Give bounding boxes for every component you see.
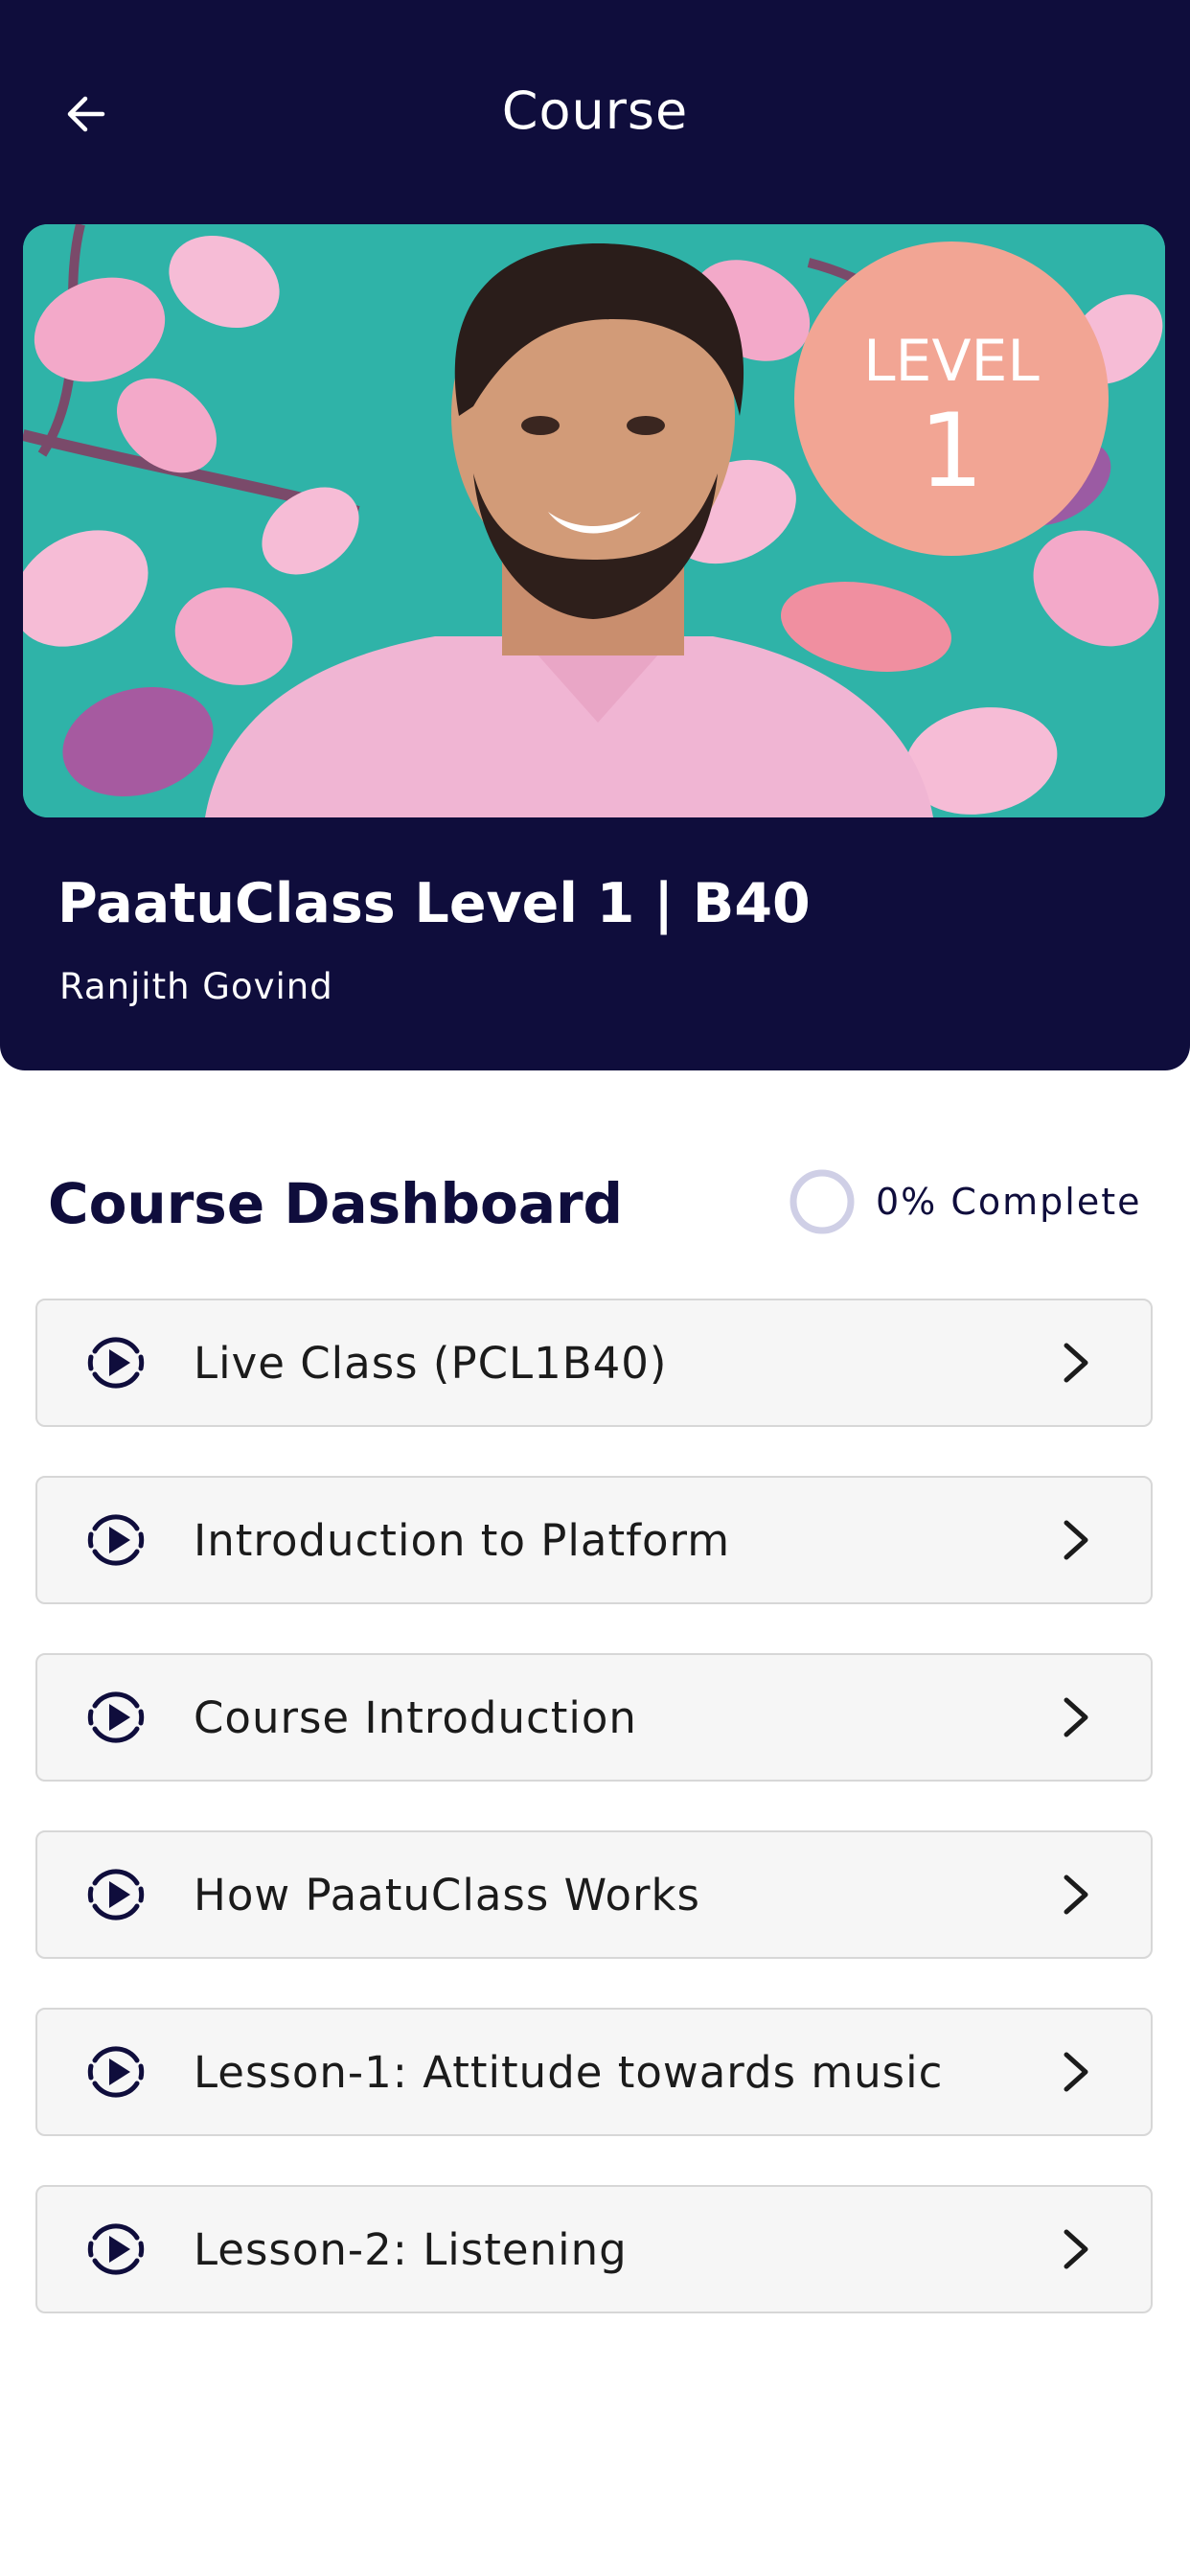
module-item-2[interactable]: Introduction to Platform [35,1476,1153,1604]
play-circle-icon [87,2046,145,2098]
module-item-6[interactable]: Lesson-2: Listening [35,2185,1153,2313]
progress-text: 0% Complete [876,1181,1142,1223]
module-list: Live Class (PCL1B40) Introduction to Pla… [35,1299,1153,2362]
instructor-name: Ranjith Govind [59,966,333,1007]
module-label: Course Introduction [194,1691,637,1743]
module-item-1[interactable]: Live Class (PCL1B40) [35,1299,1153,1427]
badge-level-text: LEVEL [863,328,1040,395]
module-item-5[interactable]: Lesson-1: Attitude towards music [35,2008,1153,2136]
play-circle-icon [87,1691,145,1743]
module-label: Lesson-1: Attitude towards music [194,2046,944,2098]
course-progress: 0% Complete [788,1167,1142,1236]
page-title: Course [501,80,689,141]
badge-level-number: 1 [919,392,983,510]
play-circle-icon [87,2223,145,2275]
progress-ring-icon [790,1169,855,1234]
module-item-3[interactable]: Course Introduction [35,1653,1153,1782]
play-circle-icon [87,1514,145,1566]
play-circle-icon [87,1869,145,1920]
course-hero-image: LEVEL 1 [23,224,1165,817]
chevron-right-icon [1064,1697,1088,1737]
chevron-right-icon [1064,1874,1088,1915]
level-badge: LEVEL 1 [794,242,1109,556]
chevron-right-icon [1064,2052,1088,2092]
module-label: How PaatuClass Works [194,1869,700,1920]
module-item-4[interactable]: How PaatuClass Works [35,1830,1153,1959]
module-label: Lesson-2: Listening [194,2223,628,2275]
course-header: Course LEVEL 1 PaatuClass Level 1 | B40 … [0,0,1190,1070]
chevron-right-icon [1064,1343,1088,1383]
module-label: Introduction to Platform [194,1514,731,1566]
play-circle-icon [87,1337,145,1389]
chevron-right-icon [1064,2229,1088,2269]
module-label: Live Class (PCL1B40) [194,1337,668,1389]
course-name: PaatuClass Level 1 | B40 [57,872,811,935]
chevron-right-icon [1064,1520,1088,1560]
dashboard-title: Course Dashboard [48,1171,624,1236]
